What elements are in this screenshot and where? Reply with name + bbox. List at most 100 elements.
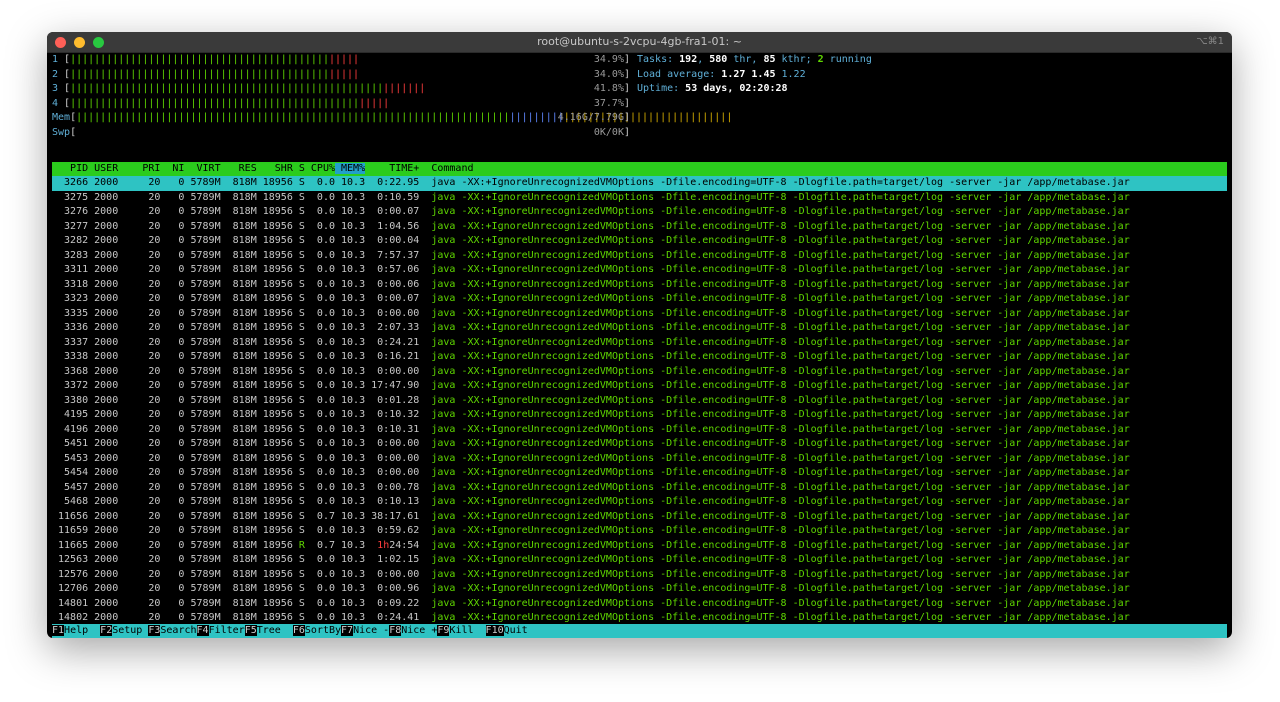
column-header-virt[interactable]: VIRT: [184, 163, 221, 174]
cell-shr: 18956: [256, 481, 293, 493]
column-header-pri[interactable]: PRI: [142, 163, 160, 174]
cell-virt: 5789M: [184, 264, 221, 275]
process-row[interactable]: 3337 2000 20 0 5789M 818M 18956 S 0.0 10…: [52, 336, 1227, 351]
fkey-f5[interactable]: F5: [244, 624, 257, 636]
fkey-f3[interactable]: F3: [148, 624, 161, 636]
cell-shr: 18956: [256, 409, 293, 420]
fkey-label-f2[interactable]: Setup: [112, 624, 149, 636]
cell-user: 2000: [88, 191, 143, 203]
process-row[interactable]: 4196 2000 20 0 5789M 818M 18956 S 0.0 10…: [52, 423, 1227, 438]
process-row[interactable]: 3368 2000 20 0 5789M 818M 18956 S 0.0 10…: [52, 365, 1227, 380]
fkey-f7[interactable]: F7: [341, 624, 354, 636]
cell-pri: 20: [142, 438, 161, 449]
process-row[interactable]: 3266 2000 20 0 5789M 818M 18956 S 0.0 10…: [52, 176, 1227, 191]
fkey-label-f4[interactable]: Filter: [208, 624, 245, 636]
process-row[interactable]: 11665 2000 20 0 5789M 818M 18956 R 0.7 1…: [52, 539, 1227, 554]
process-row[interactable]: 5457 2000 20 0 5789M 818M 18956 S 0.0 10…: [52, 481, 1227, 496]
process-row[interactable]: 3338 2000 20 0 5789M 818M 18956 S 0.0 10…: [52, 350, 1227, 365]
fkey-f6[interactable]: F6: [292, 624, 305, 636]
cell-s: S: [292, 452, 305, 464]
process-row[interactable]: 3323 2000 20 0 5789M 818M 18956 S 0.0 10…: [52, 292, 1227, 307]
fkey-label-f9[interactable]: Kill: [449, 624, 486, 636]
cell-s: S: [292, 191, 305, 203]
process-row[interactable]: 3276 2000 20 0 5789M 818M 18956 S 0.0 10…: [52, 205, 1227, 220]
process-row[interactable]: 14801 2000 20 0 5789M 818M 18956 S 0.0 1…: [52, 597, 1227, 612]
process-row[interactable]: 5451 2000 20 0 5789M 818M 18956 S 0.0 10…: [52, 437, 1227, 452]
fkey-f2[interactable]: F2: [100, 624, 113, 636]
cell-res: 818M: [220, 365, 257, 377]
cell-user: 2000: [88, 539, 143, 551]
cell-user: 2000: [88, 409, 143, 420]
cell-mem: 10.3: [335, 235, 366, 246]
process-row[interactable]: 3372 2000 20 0 5789M 818M 18956 S 0.0 10…: [52, 379, 1227, 394]
process-row[interactable]: 4195 2000 20 0 5789M 818M 18956 S 0.0 10…: [52, 408, 1227, 423]
column-header-ni[interactable]: NI: [160, 163, 184, 174]
column-header-command[interactable]: Command: [419, 163, 473, 174]
cell-ni: 0: [160, 496, 185, 507]
fkey-label-f7[interactable]: Nice -: [353, 624, 390, 636]
fkey-f10[interactable]: F10: [485, 624, 504, 636]
fkey-f9[interactable]: F9: [437, 624, 450, 636]
process-row[interactable]: 5468 2000 20 0 5789M 818M 18956 S 0.0 10…: [52, 495, 1227, 510]
process-row[interactable]: 3380 2000 20 0 5789M 818M 18956 S 0.0 10…: [52, 394, 1227, 409]
cell-time: 0:01.28: [365, 394, 420, 406]
cell-command: java -XX:+IgnoreUnrecognizedVMOptions -D…: [419, 423, 1130, 435]
cell-pri: 20: [142, 293, 161, 304]
column-header-pid[interactable]: PID: [52, 163, 88, 174]
cell-ni: 0: [160, 380, 185, 391]
column-header-time[interactable]: TIME+: [365, 163, 419, 174]
fkey-f8[interactable]: F8: [389, 624, 402, 636]
cell-pri: 20: [142, 467, 161, 478]
cell-s: S: [292, 394, 305, 406]
fkey-label-f1[interactable]: Help: [64, 624, 101, 636]
fkey-label-f10[interactable]: Quit: [503, 624, 540, 636]
process-row[interactable]: 3283 2000 20 0 5789M 818M 18956 S 0.0 10…: [52, 249, 1227, 264]
process-row[interactable]: 11659 2000 20 0 5789M 818M 18956 S 0.0 1…: [52, 524, 1227, 539]
cell-mem: 10.3: [335, 597, 366, 609]
column-header-cpu[interactable]: CPU%: [305, 163, 335, 174]
cell-virt: 5789M: [184, 336, 221, 348]
fkey-f4[interactable]: F4: [196, 624, 209, 636]
process-row[interactable]: 3282 2000 20 0 5789M 818M 18956 S 0.0 10…: [52, 234, 1227, 249]
process-row[interactable]: 3311 2000 20 0 5789M 818M 18956 S 0.0 10…: [52, 263, 1227, 278]
cell-pid: 3336: [52, 322, 89, 333]
process-row[interactable]: 3318 2000 20 0 5789M 818M 18956 S 0.0 10…: [52, 278, 1227, 293]
process-row[interactable]: 3335 2000 20 0 5789M 818M 18956 S 0.0 10…: [52, 307, 1227, 322]
column-header-res[interactable]: RES: [221, 163, 257, 174]
process-row[interactable]: 11656 2000 20 0 5789M 818M 18956 S 0.7 1…: [52, 510, 1227, 525]
fkey-label-f3[interactable]: Search: [160, 624, 197, 636]
cell-time: 0:00.00: [365, 568, 420, 580]
cell-s: S: [292, 409, 305, 420]
cell-command: java -XX:+IgnoreUnrecognizedVMOptions -D…: [419, 597, 1130, 609]
process-row[interactable]: 3336 2000 20 0 5789M 818M 18956 S 0.0 10…: [52, 321, 1227, 336]
fkey-f1[interactable]: F1: [52, 624, 65, 636]
threads-label: thr,: [727, 54, 764, 65]
process-row[interactable]: 5454 2000 20 0 5789M 818M 18956 S 0.0 10…: [52, 466, 1227, 481]
process-row[interactable]: 12576 2000 20 0 5789M 818M 18956 S 0.0 1…: [52, 568, 1227, 583]
process-row[interactable]: 12706 2000 20 0 5789M 818M 18956 S 0.0 1…: [52, 582, 1227, 597]
cell-cpu: 0.0: [304, 481, 335, 493]
fkey-label-f8[interactable]: Nice +: [401, 624, 438, 636]
cell-res: 818M: [220, 510, 257, 522]
cell-pri: 20: [142, 380, 161, 391]
column-header-mem[interactable]: MEM%: [335, 163, 366, 174]
process-row[interactable]: 5453 2000 20 0 5789M 818M 18956 S 0.0 10…: [52, 452, 1227, 467]
column-header-user[interactable]: USER: [88, 163, 142, 174]
process-row[interactable]: 3277 2000 20 0 5789M 818M 18956 S 0.0 10…: [52, 220, 1227, 235]
load-average-line: Load average: 1.27 1.45 1.22: [637, 68, 806, 83]
process-list[interactable]: 3266 2000 20 0 5789M 818M 18956 S 0.0 10…: [52, 176, 1227, 638]
cell-command: java -XX:+IgnoreUnrecognizedVMOptions -D…: [419, 568, 1130, 580]
process-row[interactable]: 3275 2000 20 0 5789M 818M 18956 S 0.0 10…: [52, 191, 1227, 206]
cell-shr: 18956: [256, 467, 293, 478]
cell-pri: 20: [142, 206, 161, 217]
fkey-label-f6[interactable]: SortBy: [304, 624, 342, 636]
running-label: running: [823, 54, 872, 65]
cell-s: S: [292, 510, 305, 522]
fkey-label-f5[interactable]: Tree: [256, 624, 293, 636]
column-header-s[interactable]: S: [293, 163, 305, 174]
process-row[interactable]: 12563 2000 20 0 5789M 818M 18956 S 0.0 1…: [52, 553, 1227, 568]
column-header-shr[interactable]: SHR: [257, 163, 293, 174]
cell-pid: 3380: [52, 394, 89, 406]
load-label: Load average:: [637, 68, 722, 80]
process-table-header[interactable]: PID USER PRI NI VIRT RES SHR S CPU% MEM%…: [52, 162, 1227, 176]
